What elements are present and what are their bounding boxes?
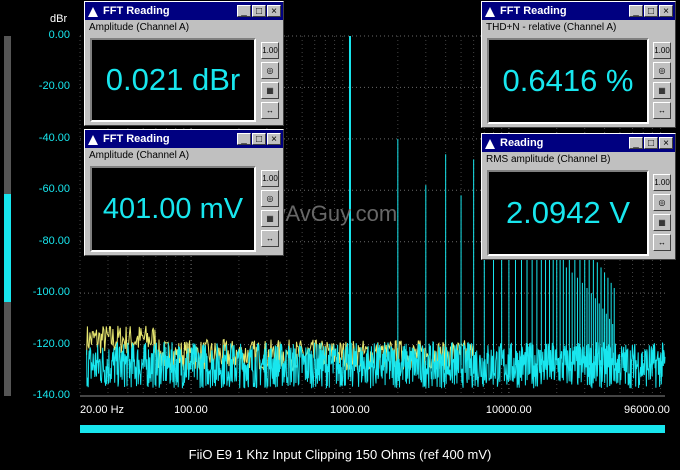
y-tick-label: -100.00 [32, 286, 70, 299]
reading-window-rms-amplitude[interactable]: Reading _ □ × RMS amplitude (Channel B) … [481, 133, 676, 260]
scale-1-00-icon[interactable]: 1.00 [261, 42, 279, 59]
close-button[interactable]: × [659, 137, 673, 149]
reading-value-display: 401.00 mV [90, 166, 256, 252]
reading-subtitle: RMS amplitude (Channel B) [486, 154, 611, 165]
minimize-button[interactable]: _ [237, 133, 251, 145]
level-meter [4, 36, 11, 396]
window-titlebar[interactable]: FFT Reading _ □ × [482, 2, 675, 20]
close-button[interactable]: × [659, 5, 673, 17]
y-tick-label: -140.00 [32, 389, 70, 401]
window-title: FFT Reading [103, 133, 170, 145]
window-title: FFT Reading [103, 5, 170, 17]
reading-subtitle: Amplitude (Channel A) [89, 22, 190, 33]
y-tick-label: -120.00 [32, 337, 70, 350]
minimize-button[interactable]: _ [629, 137, 643, 149]
fft-reading-window-amplitude-mv[interactable]: FFT Reading _ □ × Amplitude (Channel A) … [84, 129, 284, 256]
x-tick-label: 20.00 Hz [80, 404, 125, 416]
x-tick-label: 10000.00 [485, 404, 532, 416]
y-tick-label: -80.00 [38, 234, 70, 247]
window-titlebar[interactable]: FFT Reading _ □ × [85, 2, 283, 20]
scale-1-00-icon[interactable]: 1.00 [261, 170, 279, 187]
app-icon [87, 133, 99, 145]
reading-subtitle: Amplitude (Channel A) [89, 150, 190, 161]
reading-value-display: 0.021 dBr [90, 38, 256, 122]
x-tick-label: 1000.00 [329, 404, 370, 416]
x-axis-scrollbar[interactable] [80, 425, 665, 433]
chart-edit-icon[interactable]: ▦ [261, 82, 279, 99]
y-tick-label: 0.00 [48, 29, 70, 41]
chart-edit-icon[interactable]: ▦ [261, 210, 279, 227]
chart-edit-icon[interactable]: ▦ [653, 82, 671, 99]
maximize-button[interactable]: □ [252, 133, 266, 145]
maximize-button[interactable]: □ [644, 137, 658, 149]
y-axis-unit-label: dBr [50, 13, 68, 25]
window-title: Reading [500, 137, 544, 149]
x-tick-label: 100.00 [174, 404, 208, 416]
target-icon[interactable]: ◎ [261, 62, 279, 79]
scale-1-00-icon[interactable]: 1.00 [653, 174, 671, 191]
reading-value-display: 2.0942 V [487, 170, 649, 256]
window-titlebar[interactable]: FFT Reading _ □ × [85, 130, 283, 148]
y-tick-label: -20.00 [38, 80, 70, 93]
minimize-button[interactable]: _ [629, 5, 643, 17]
maximize-button[interactable]: □ [252, 5, 266, 17]
window-title: FFT Reading [500, 5, 567, 17]
y-tick-label: -60.00 [38, 183, 70, 196]
level-meter-fill [4, 194, 11, 302]
reading-value-display: 0.6416 % [487, 38, 649, 124]
app-icon [484, 5, 496, 17]
close-button[interactable]: × [267, 133, 281, 145]
chart-edit-icon[interactable]: ▦ [653, 214, 671, 231]
move-arrows-icon[interactable]: ↔ [261, 102, 279, 119]
move-arrows-icon[interactable]: ↔ [653, 102, 671, 119]
scale-1-00-icon[interactable]: 1.00 [653, 42, 671, 59]
y-tick-label: -40.00 [38, 131, 70, 144]
move-arrows-icon[interactable]: ↔ [653, 234, 671, 251]
target-icon[interactable]: ◎ [261, 190, 279, 207]
app-icon [87, 5, 99, 17]
window-titlebar[interactable]: Reading _ □ × [482, 134, 675, 152]
chart-caption: FiiO E9 1 Khz Input Clipping 150 Ohms (r… [188, 447, 492, 462]
minimize-button[interactable]: _ [237, 5, 251, 17]
close-button[interactable]: × [267, 5, 281, 17]
fft-reading-window-thdn[interactable]: FFT Reading _ □ × THD+N - relative (Chan… [481, 1, 676, 128]
target-icon[interactable]: ◎ [653, 62, 671, 79]
maximize-button[interactable]: □ [644, 5, 658, 17]
app-icon [484, 137, 496, 149]
target-icon[interactable]: ◎ [653, 194, 671, 211]
reading-subtitle: THD+N - relative (Channel A) [486, 22, 617, 33]
x-tick-label: 96000.00 [624, 404, 670, 416]
move-arrows-icon[interactable]: ↔ [261, 230, 279, 247]
fft-reading-window-amplitude-dbr[interactable]: FFT Reading _ □ × Amplitude (Channel A) … [84, 1, 284, 126]
